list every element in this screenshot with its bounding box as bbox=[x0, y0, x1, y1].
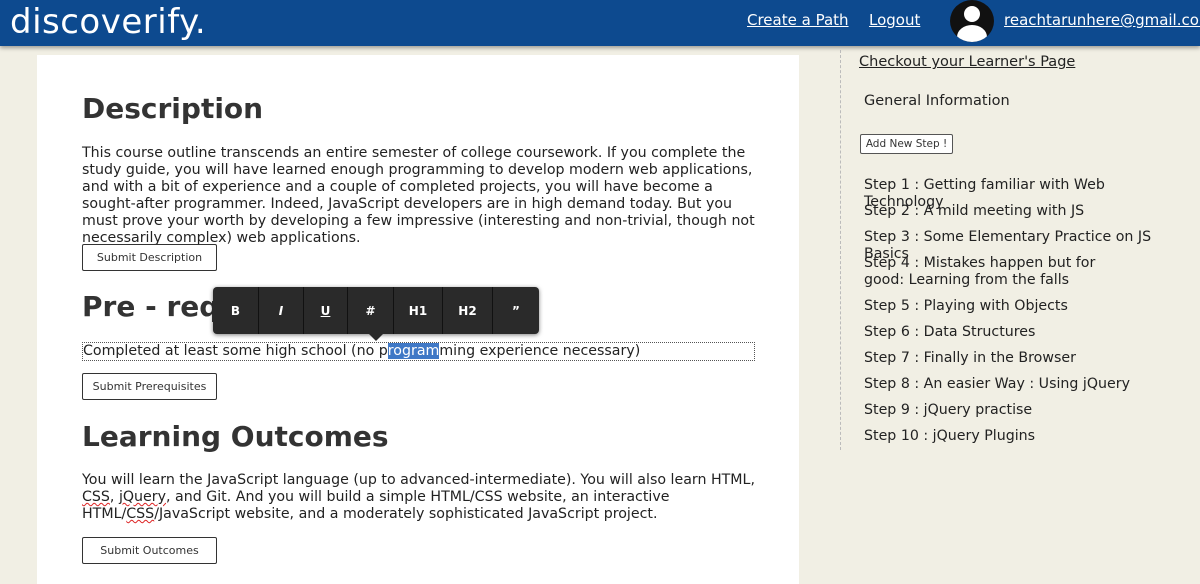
text-format-toolbar: B I U # H1 H2 ” bbox=[213, 287, 539, 334]
quote-button[interactable]: ” bbox=[493, 287, 539, 334]
description-text[interactable]: This course outline transcends an entire… bbox=[82, 145, 762, 247]
hash-button[interactable]: # bbox=[348, 287, 394, 334]
description-heading: Description bbox=[82, 92, 264, 125]
user-email-link[interactable]: reachtarunhere@gmail.com bbox=[1004, 11, 1200, 29]
prerequisites-text-before: Completed at least some high school (no … bbox=[83, 343, 388, 359]
sidebar-divider bbox=[840, 50, 841, 450]
heading1-button[interactable]: H1 bbox=[394, 287, 443, 334]
create-path-link[interactable]: Create a Path bbox=[747, 11, 849, 29]
user-avatar-icon[interactable] bbox=[950, 0, 994, 42]
heading2-button[interactable]: H2 bbox=[443, 287, 493, 334]
submit-description-button[interactable]: Submit Description bbox=[82, 244, 217, 271]
submit-prerequisites-button[interactable]: Submit Prerequisites bbox=[82, 373, 217, 400]
step-item-9[interactable]: Step 9 : jQuery practise bbox=[864, 402, 1184, 419]
italic-button[interactable]: I bbox=[259, 287, 304, 334]
step-item-4[interactable]: Step 4 : Mistakes happen but for good: L… bbox=[864, 255, 1124, 289]
step-item-7[interactable]: Step 7 : Finally in the Browser bbox=[864, 350, 1184, 367]
underline-button[interactable]: U bbox=[304, 287, 348, 334]
step-item-5[interactable]: Step 5 : Playing with Objects bbox=[864, 298, 1184, 315]
selected-text: rogram bbox=[387, 343, 440, 359]
bold-button[interactable]: B bbox=[213, 287, 259, 334]
learner-page-link[interactable]: Checkout your Learner's Page bbox=[859, 54, 1075, 70]
learning-outcomes-text[interactable]: You will learn the JavaScript language (… bbox=[82, 472, 762, 523]
step-item-2[interactable]: Step 2 : A mild meeting with JS bbox=[864, 203, 1184, 220]
learning-outcomes-heading: Learning Outcomes bbox=[82, 420, 389, 453]
toolbar-pointer-arrow bbox=[369, 334, 383, 341]
prerequisites-editor[interactable]: Completed at least some high school (no … bbox=[82, 342, 755, 361]
general-information-item[interactable]: General Information bbox=[864, 93, 1010, 109]
step-item-6[interactable]: Step 6 : Data Structures bbox=[864, 324, 1184, 341]
submit-outcomes-button[interactable]: Submit Outcomes bbox=[82, 537, 217, 564]
logout-link[interactable]: Logout bbox=[869, 11, 920, 29]
add-new-step-button[interactable]: Add New Step ! bbox=[860, 134, 953, 154]
top-nav-bar: discoverify. Create a Path Logout reacht… bbox=[0, 0, 1200, 46]
step-item-10[interactable]: Step 10 : jQuery Plugins bbox=[864, 428, 1184, 445]
step-item-8[interactable]: Step 8 : An easier Way : Using jQuery bbox=[864, 376, 1184, 393]
site-logo[interactable]: discoverify. bbox=[10, 2, 206, 42]
prerequisites-text-after: ming experience necessary) bbox=[439, 343, 641, 359]
